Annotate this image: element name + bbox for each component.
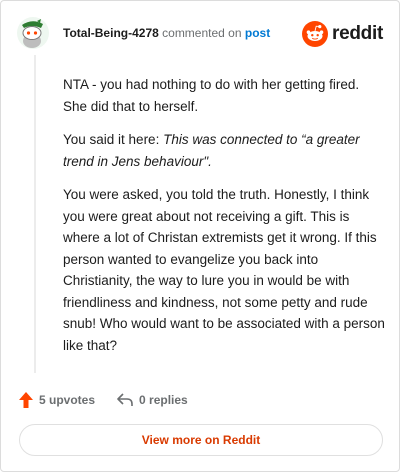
reply-button[interactable]: 0 replies <box>117 393 188 407</box>
author-action: commented on <box>162 26 242 40</box>
reply-arrow-icon <box>117 393 133 406</box>
upvote-arrow-icon <box>19 392 33 408</box>
reddit-logo[interactable]: reddit <box>302 19 383 49</box>
post-link[interactable]: post <box>245 26 270 40</box>
upvote-count: 5 upvotes <box>39 393 96 407</box>
reddit-logo-icon <box>302 21 329 47</box>
comment-paragraph: You were asked, you told the truth. Hone… <box>63 187 385 353</box>
author-line: Total-Being-4278 commented on post <box>63 26 270 40</box>
comment-body: NTA - you had nothing to do with her get… <box>63 74 385 368</box>
comment-paragraph: NTA - you had nothing to do with her get… <box>63 77 360 114</box>
reddit-wordmark: reddit <box>332 23 383 44</box>
view-more-button[interactable]: View more on Reddit <box>19 424 383 456</box>
thread-line <box>34 55 36 373</box>
upvote-button[interactable]: 5 upvotes <box>19 392 95 408</box>
quote-intro: You said it here: <box>63 132 164 147</box>
reply-count: 0 replies <box>139 393 188 407</box>
comment-paragraph: You said it here: This was connected to … <box>63 129 385 172</box>
comment-footer: 5 upvotes 0 replies <box>19 389 188 411</box>
snoo-avatar-icon[interactable] <box>17 17 49 49</box>
embedded-comment-card: Total-Being-4278 commented on post reddi… <box>0 0 400 472</box>
comment-header: Total-Being-4278 commented on post reddi… <box>17 17 383 51</box>
author-name[interactable]: Total-Being-4278 <box>63 26 159 40</box>
